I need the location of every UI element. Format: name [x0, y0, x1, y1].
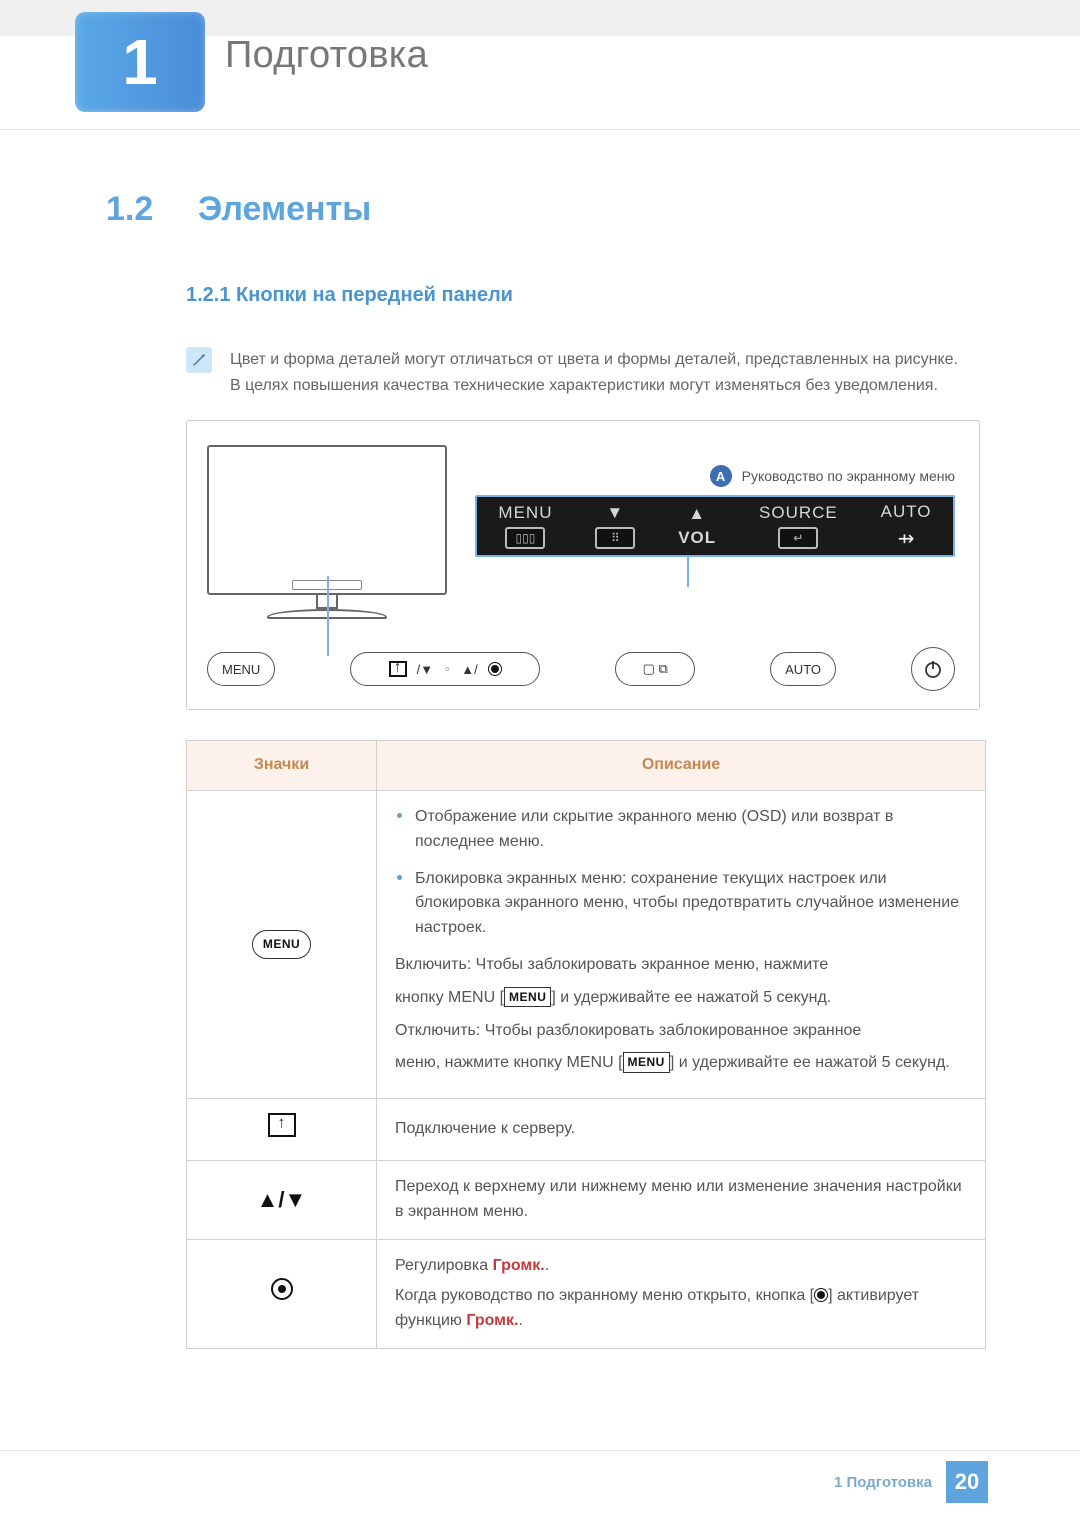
- physical-buttons-row: MENU /▼ ∘ ▲/ ▢ ⧉ AUTO: [207, 647, 955, 691]
- figure-front-panel: A Руководство по экранному меню MENU ▯▯▯…: [186, 420, 980, 710]
- section-number: 1.2: [106, 190, 176, 229]
- note-text: Цвет и форма деталей могут отличаться от…: [230, 347, 958, 398]
- th-icons: Значки: [187, 741, 377, 791]
- cell-desc-menu: Отображение или скрытие экранного меню (…: [377, 790, 986, 1098]
- para-enable-2: кнопку MENU [MENU] и удерживайте ее нажа…: [395, 986, 967, 1011]
- upload-icon: [389, 661, 407, 677]
- chapter-title: Подготовка: [225, 34, 428, 77]
- table-row: MENU Отображение или скрытие экранного м…: [187, 790, 986, 1098]
- volume-label: Громк.: [493, 1257, 545, 1274]
- button-nav-group: /▼ ∘ ▲/: [350, 652, 540, 686]
- osd-menu-icon: ▯▯▯: [505, 527, 545, 549]
- osd-source: SOURCE ↵: [759, 503, 838, 549]
- menu-oval-icon: MENU: [252, 930, 311, 959]
- osd-up: ▲ VOL: [678, 504, 716, 548]
- cell-icon-upload: [187, 1099, 377, 1161]
- buttons-description-table: Значки Описание MENU Отображение или скр…: [186, 740, 986, 1349]
- osd-down-icon: ⠿: [595, 527, 635, 549]
- power-icon: [923, 659, 943, 679]
- table-row: Регулировка Громк.. Когда руководство по…: [187, 1239, 986, 1348]
- osd-guide: MENU ▯▯▯ ▼ ⠿ ▲ VOL SOURCE ↵ AUTO ⇸: [475, 495, 955, 557]
- callout-a: A Руководство по экранному меню: [710, 465, 955, 487]
- button-auto-label: AUTO: [785, 662, 821, 677]
- osd-down-label: ▼: [606, 503, 624, 523]
- callout-a-text: Руководство по экранному меню: [742, 468, 955, 484]
- chapter-number-tab: 1: [75, 12, 205, 112]
- note-line-1: Цвет и форма деталей могут отличаться от…: [230, 347, 958, 373]
- button-power: [911, 647, 955, 691]
- footer-chapter: 1 Подготовка: [834, 1474, 932, 1491]
- enter-icon: ↵: [778, 527, 818, 549]
- cell-desc-upload: Подключение к серверу.: [377, 1099, 986, 1161]
- cell-icon-updown: ▲/▼: [187, 1160, 377, 1239]
- osd-up-label: ▲: [688, 504, 706, 524]
- footer-page-number: 20: [946, 1461, 988, 1503]
- page-header: 1 Подготовка: [0, 0, 1080, 130]
- osd-auto: AUTO ⇸: [881, 502, 932, 551]
- osd-menu: MENU ▯▯▯: [498, 503, 552, 549]
- th-desc: Описание: [377, 741, 986, 791]
- cell-icon-target: [187, 1239, 377, 1348]
- osd-auto-label: AUTO: [881, 502, 932, 522]
- bullet-1: Отображение или скрытие экранного меню (…: [395, 805, 967, 855]
- button-auto: AUTO: [770, 652, 836, 686]
- table-row: Подключение к серверу.: [187, 1099, 986, 1161]
- page-footer: 1 Подготовка 20: [0, 1450, 1080, 1503]
- target-icon-inline: [814, 1288, 828, 1302]
- note-line-2: В целях повышения качества технические х…: [230, 373, 958, 399]
- cell-desc-target: Регулировка Громк.. Когда руководство по…: [377, 1239, 986, 1348]
- pip-icon: ▢ ⧉: [643, 661, 668, 677]
- upload-icon: [268, 1113, 296, 1137]
- para-enable-1: Включить: Чтобы заблокировать экранное м…: [395, 953, 967, 978]
- para-disable-1: Отключить: Чтобы разблокировать заблокир…: [395, 1019, 967, 1044]
- cell-icon-menu: MENU: [187, 790, 377, 1098]
- callout-a-badge: A: [710, 465, 732, 487]
- menu-box-inline: MENU: [623, 1052, 670, 1073]
- para-disable-2: меню, нажмите кнопку MENU [MENU] и удерж…: [395, 1051, 967, 1076]
- osd-auto-icon: ⇸: [898, 526, 915, 551]
- osd-source-label: SOURCE: [759, 503, 838, 523]
- cell-desc-updown: Переход к верхнему или нижнему меню или …: [377, 1160, 986, 1239]
- volume-label: Громк.: [466, 1312, 518, 1329]
- target-icon: [271, 1278, 293, 1300]
- button-menu: MENU: [207, 652, 275, 686]
- note: Цвет и форма деталей могут отличаться от…: [186, 347, 980, 398]
- note-icon: [186, 347, 212, 373]
- osd-down: ▼ ⠿: [595, 503, 635, 549]
- menu-box-inline: MENU: [504, 987, 551, 1008]
- osd-vol-label: VOL: [678, 528, 716, 548]
- osd-menu-label: MENU: [498, 503, 552, 523]
- button-source: ▢ ⧉: [615, 652, 695, 686]
- subsection-heading: 1.2.1 Кнопки на передней панели: [186, 284, 980, 307]
- section-title: Элементы: [198, 190, 371, 229]
- target-icon: [488, 662, 502, 676]
- updown-icon: ▲/▼: [257, 1187, 307, 1212]
- table-row: ▲/▼ Переход к верхнему или нижнему меню …: [187, 1160, 986, 1239]
- page-content: 1.2 Элементы 1.2.1 Кнопки на передней па…: [0, 190, 1080, 1349]
- button-menu-label: MENU: [222, 662, 260, 677]
- bullet-2: Блокировка экранных меню: сохранение тек…: [395, 867, 967, 941]
- section-heading: 1.2 Элементы: [106, 190, 980, 229]
